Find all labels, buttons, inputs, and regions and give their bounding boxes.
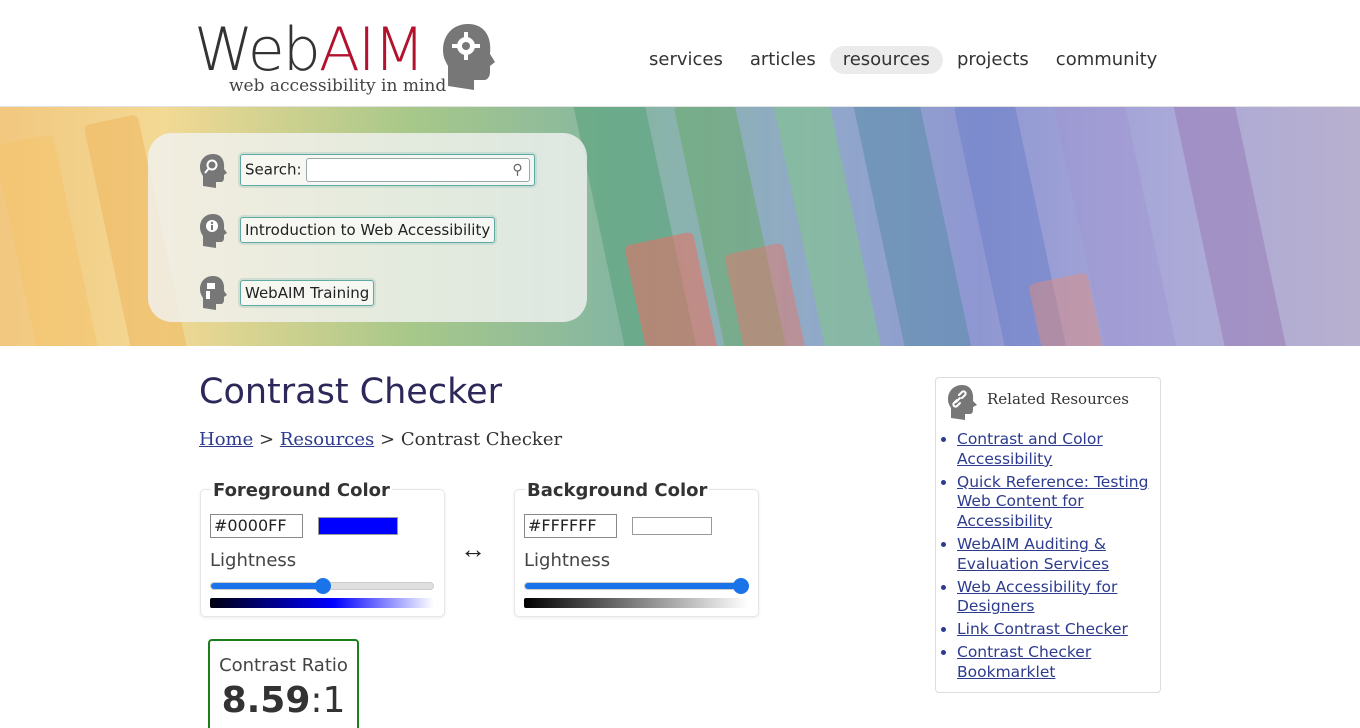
foreground-lightness-slider[interactable] (210, 578, 434, 594)
background-title: Background Color (525, 480, 710, 501)
background-color-panel: Background Color #FFFFFF Lightness (514, 480, 759, 617)
nav-projects[interactable]: projects (944, 46, 1042, 74)
foreground-color-panel: Foreground Color #0000FF Lightness (200, 480, 445, 617)
related-link[interactable]: Contrast Checker Bookmarklet (957, 643, 1091, 681)
background-slider-fill (525, 583, 741, 589)
search-label: Search: (245, 160, 302, 179)
related-link[interactable]: Quick Reference: Testing Web Content for… (957, 473, 1148, 530)
foreground-hex-input[interactable]: #0000FF (210, 514, 303, 538)
background-lightness-gradient (524, 598, 748, 608)
list-item: Link Contrast Checker (957, 620, 1153, 640)
breadcrumb-separator: > (259, 429, 275, 450)
foreground-lightness-gradient (210, 598, 434, 608)
contrast-ratio-label: Contrast Ratio (219, 655, 348, 676)
quick-links-panel: Search: ⚲ Introduction to Web Accessibili… (148, 133, 587, 322)
list-item: Contrast Checker Bookmarklet (957, 643, 1153, 682)
webaim-training-link[interactable]: WebAIM Training (240, 280, 375, 306)
related-resources-panel: Related Resources Contrast and Color Acc… (935, 377, 1161, 693)
background-color-swatch[interactable] (632, 517, 712, 535)
related-link[interactable]: WebAIM Auditing & Evaluation Services (957, 535, 1109, 573)
background-lightness-label: Lightness (524, 550, 611, 571)
info-head-icon (200, 214, 227, 248)
foreground-color-swatch[interactable] (318, 517, 398, 535)
nav-services[interactable]: services (636, 46, 736, 74)
breadcrumb-separator: > (380, 429, 396, 450)
related-link[interactable]: Web Accessibility for Designers (957, 578, 1117, 616)
logo-wordmark: WebAIM (194, 15, 425, 85)
link-head-icon (948, 385, 977, 420)
foreground-title: Foreground Color (211, 480, 392, 501)
search-input[interactable]: ⚲ (305, 158, 530, 182)
nav-resources[interactable]: resources (829, 46, 943, 74)
page-title: Contrast Checker (199, 372, 503, 412)
related-resources-list: Contrast and Color Accessibility Quick R… (957, 430, 1153, 686)
breadcrumb-resources[interactable]: Resources (280, 429, 374, 450)
foreground-slider-fill (211, 583, 323, 589)
site-header: WebAIM web accessibility in mind service… (0, 0, 1360, 107)
head-gear-icon (443, 24, 495, 90)
webaim-logo[interactable]: WebAIM web accessibility in mind (194, 18, 504, 98)
list-item: Web Accessibility for Designers (957, 578, 1153, 617)
related-resources-title: Related Resources (987, 390, 1129, 408)
search-icon[interactable]: ⚲ (512, 162, 522, 178)
contrast-ratio-value: 8.59:1 (221, 680, 346, 721)
background-hex-input[interactable]: #FFFFFF (524, 514, 617, 538)
foreground-slider-thumb[interactable] (315, 578, 331, 594)
contrast-ratio-panel: Contrast Ratio 8.59:1 (208, 639, 359, 728)
swap-colors-icon[interactable]: ↔ (460, 534, 486, 565)
breadcrumb: Home > Resources > Contrast Checker (199, 429, 562, 450)
breadcrumb-home[interactable]: Home (199, 429, 253, 450)
background-lightness-slider[interactable] (524, 578, 749, 594)
list-item: Contrast and Color Accessibility (957, 430, 1153, 469)
search-head-icon (200, 154, 227, 188)
foreground-lightness-label: Lightness (210, 550, 297, 571)
main-nav: services articles resources projects com… (636, 46, 1171, 74)
list-item: Quick Reference: Testing Web Content for… (957, 473, 1153, 532)
training-head-icon (200, 276, 227, 310)
breadcrumb-current: Contrast Checker (400, 429, 563, 450)
background-slider-thumb[interactable] (733, 578, 749, 594)
related-link[interactable]: Link Contrast Checker (957, 620, 1128, 638)
list-item: WebAIM Auditing & Evaluation Services (957, 535, 1153, 574)
logo-tagline: web accessibility in mind (229, 76, 447, 96)
intro-accessibility-link[interactable]: Introduction to Web Accessibility (240, 217, 496, 243)
nav-community[interactable]: community (1043, 46, 1171, 74)
nav-articles[interactable]: articles (737, 46, 829, 74)
search-box: Search: ⚲ (240, 154, 535, 186)
related-link[interactable]: Contrast and Color Accessibility (957, 430, 1103, 468)
